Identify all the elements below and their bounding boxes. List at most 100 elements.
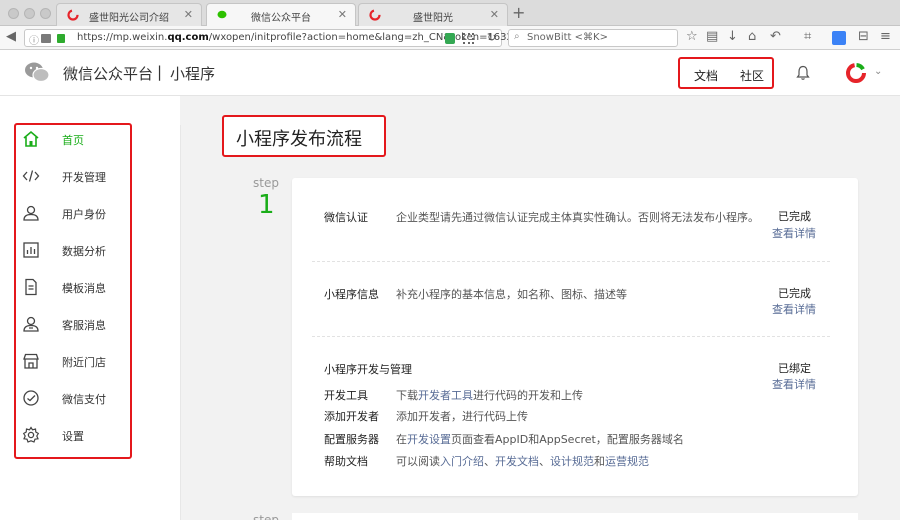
user-icon — [23, 205, 39, 221]
sidebar-divider — [180, 125, 181, 520]
sidebar-item-label: 客服消息 — [62, 319, 106, 332]
text: 进行代码的开发和上传 — [473, 389, 583, 402]
text: 页面查看AppID和AppSecret，配置服务器域名 — [451, 433, 684, 446]
gear-icon — [22, 426, 40, 443]
view-details-link[interactable]: 查看详情 — [772, 376, 816, 392]
row-status-wechat-verify: 已完成 — [778, 210, 811, 223]
sub-name-dev-tool: 开发工具 — [324, 389, 368, 402]
sidebar-item-label: 用户身份 — [62, 208, 106, 221]
search-icon: ⌕ — [514, 31, 520, 42]
tab-label: 盛世阳光公司介绍 — [89, 13, 169, 24]
browser-tab-3[interactable]: 盛世阳光 ✕ — [358, 3, 508, 26]
qr-code-icon[interactable] — [463, 33, 474, 44]
home-browser-icon[interactable]: ⌂ — [748, 29, 756, 44]
sidebar-item-label: 模板消息 — [62, 282, 106, 295]
info-icon[interactable]: ⓘ — [29, 32, 39, 47]
platform-title[interactable]: 微信公众平台 — [63, 63, 153, 84]
lock-icon — [57, 34, 65, 43]
dev-tools-link[interactable]: 开发者工具 — [418, 389, 473, 402]
bookmark-star-icon[interactable]: ☆ — [686, 29, 698, 44]
page-title: 小程序发布流程 — [236, 129, 362, 150]
text: 下载 — [396, 389, 418, 402]
sync-icon[interactable]: ⊟ — [858, 29, 869, 44]
extension-icon[interactable] — [832, 31, 846, 45]
chart-icon — [23, 242, 39, 258]
shield-icon[interactable] — [445, 33, 455, 44]
sub-name-add-dev: 添加开发者 — [324, 410, 379, 423]
code-icon — [22, 170, 40, 182]
sidebar-item-dev[interactable]: 开发管理 — [22, 165, 122, 187]
step-number: 1 — [258, 190, 275, 220]
process-card-2 — [292, 513, 858, 520]
url-text: https://mp.weixin.qq.com/wxopen/initprof… — [77, 32, 526, 43]
download-icon[interactable]: ↓ — [727, 29, 738, 44]
window-close-button[interactable] — [8, 8, 19, 19]
row-status-dev-manage: 已绑定 — [778, 362, 811, 375]
search-bar[interactable]: ⌕ SnowBitt <⌘K> — [508, 29, 678, 47]
app-header: 微信公众平台 | 小程序 文档 社区 ⌄ — [0, 50, 900, 96]
title-divider: | — [157, 63, 163, 81]
sidebar-item-analytics[interactable]: 数据分析 — [22, 239, 122, 261]
new-tab-button[interactable]: + — [512, 3, 525, 22]
sub-desc-add-dev: 添加开发者，进行代码上传 — [396, 410, 528, 423]
docs-link[interactable]: 文档 — [694, 67, 718, 84]
sidebar-item-user-identity[interactable]: 用户身份 — [22, 202, 122, 224]
sidebar-item-customer-service[interactable]: 客服消息 — [22, 313, 122, 335]
window-zoom-button[interactable] — [40, 8, 51, 19]
row-status-mini-info: 已完成 — [778, 287, 811, 300]
document-icon — [25, 278, 37, 296]
browser-tab-1[interactable]: 盛世阳光公司介绍 ✕ — [56, 3, 202, 26]
intro-link[interactable]: 入门介绍 — [440, 455, 484, 468]
sidebar-item-label: 设置 — [62, 430, 84, 443]
chevron-down-icon[interactable]: ⌄ — [874, 66, 882, 77]
pay-icon — [23, 390, 39, 406]
row-name-mini-info: 小程序信息 — [324, 288, 379, 301]
url-domain: qq.com — [167, 32, 209, 43]
sub-desc-help: 可以阅读入门介绍、开发文档、设计规范和运营规范 — [396, 453, 649, 469]
row-desc-mini-info: 补充小程序的基本信息，如名称、图标、描述等 — [396, 288, 627, 301]
tab-close-icon[interactable]: ✕ — [184, 8, 193, 21]
sidebar-item-home[interactable]: 首页 — [22, 128, 122, 150]
search-placeholder: SnowBitt <⌘K> — [527, 32, 608, 43]
process-card: 微信认证 企业类型请先通过微信认证完成主体真实性确认。否则将无法发布小程序。 已… — [292, 178, 858, 496]
window-minimize-button[interactable] — [24, 8, 35, 19]
url-prefix: https://mp.weixin. — [77, 32, 168, 43]
wechat-logo-icon[interactable] — [24, 60, 50, 84]
tab-close-icon[interactable]: ✕ — [338, 8, 347, 21]
community-link[interactable]: 社区 — [740, 67, 764, 84]
url-bar[interactable]: ⓘ https://mp.weixin.qq.com/wxopen/initpr… — [24, 29, 526, 47]
menu-icon[interactable]: ≡ — [880, 29, 891, 44]
page-title-highlight: 小程序发布流程 — [222, 115, 386, 157]
sidebar-item-template-msg[interactable]: 模板消息 — [22, 276, 122, 298]
header-links-highlight: 文档 社区 — [678, 57, 774, 89]
tab-close-icon[interactable]: ✕ — [490, 8, 499, 21]
bell-icon[interactable] — [796, 65, 810, 81]
ops-spec-link[interactable]: 运营规范 — [605, 455, 649, 468]
avatar[interactable] — [845, 62, 867, 84]
sidebar-item-label: 附近门店 — [62, 356, 106, 369]
permissions-icon[interactable] — [41, 34, 51, 43]
sidebar-item-wechat-pay[interactable]: 微信支付 — [22, 387, 122, 409]
browser-tab-2[interactable]: 微信公众平台 ✕ — [206, 3, 356, 27]
dev-settings-link[interactable]: 开发设置 — [407, 433, 451, 446]
reload-icon[interactable]: ↻ — [487, 31, 496, 44]
step-label: step — [253, 176, 279, 190]
section-title: 小程序 — [170, 65, 216, 83]
undo-icon[interactable]: ↶ — [770, 29, 781, 44]
url-path: /wxopen/initprofile?action=home&lang=zh_… — [208, 32, 526, 43]
design-spec-link[interactable]: 设计规范 — [550, 455, 594, 468]
view-details-link[interactable]: 查看详情 — [772, 225, 816, 241]
view-details-link[interactable]: 查看详情 — [772, 301, 816, 317]
tab-label: 微信公众平台 — [251, 13, 311, 24]
row-name-wechat-verify: 微信认证 — [324, 211, 368, 224]
sub-name-help: 帮助文档 — [324, 455, 368, 468]
sidebar-item-settings[interactable]: 设置 — [22, 424, 122, 446]
back-icon[interactable]: ◀ — [6, 29, 16, 44]
tab-label: 盛世阳光 — [413, 13, 453, 24]
dev-docs-link[interactable]: 开发文档 — [495, 455, 539, 468]
sidebar: 首页 开发管理 用户身份 数据分析 模板消息 客服消息 附近门店 微信支付 设置 — [0, 96, 180, 520]
sub-desc-dev-tool: 下载开发者工具进行代码的开发和上传 — [396, 387, 583, 403]
reader-icon[interactable]: ▤ — [706, 29, 718, 44]
crop-icon[interactable]: ⌗ — [804, 29, 811, 44]
sidebar-item-nearby-stores[interactable]: 附近门店 — [22, 350, 122, 372]
